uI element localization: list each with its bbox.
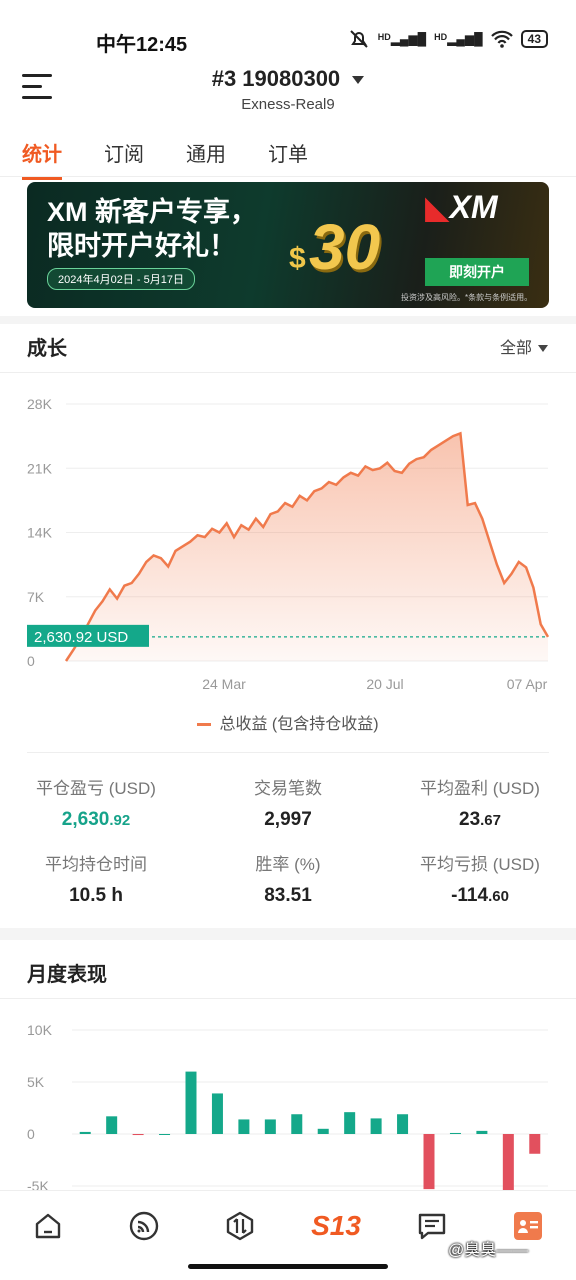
signal-icon-2: HD▂▄▆█ — [434, 32, 483, 46]
stat-avg-profit: 平均盈利 (USD) 23.67 — [420, 779, 540, 830]
account-title: #3 19080300 — [211, 66, 341, 91]
chat-icon — [418, 1213, 446, 1239]
nav-trade[interactable] — [220, 1206, 260, 1246]
battery-icon: 43 — [520, 30, 548, 48]
monthly-bar — [529, 1134, 541, 1154]
status-icons: HD▂▄▆█ HD▂▄▆█ 43 — [348, 28, 548, 50]
monthly-bar — [159, 1134, 171, 1135]
tab-subscribe[interactable]: 订阅 — [104, 138, 144, 180]
stat-avg-loss: 平均亏损 (USD) -114.60 — [420, 855, 540, 906]
y-tick-label: 14K — [27, 525, 53, 541]
banner-dollar: $ — [289, 242, 306, 275]
monthly-title: 月度表现 — [27, 964, 107, 986]
y-tick-label: -5K — [27, 1178, 49, 1190]
banner-headline-2: 限时开户好礼！ — [47, 231, 236, 261]
stat-win-rate: 胜率 (%) 83.51 — [255, 855, 321, 906]
legend-divider — [27, 752, 549, 753]
trade-icon — [226, 1211, 254, 1240]
y-tick-label: 0 — [27, 1126, 35, 1142]
caret-down-icon — [538, 345, 548, 353]
growth-title: 成长 — [27, 338, 67, 360]
watermark: @臭臭—— — [448, 1242, 529, 1259]
growth-divider — [0, 372, 576, 373]
x-tick-label: 07 Apr — [507, 676, 548, 692]
mute-bell-icon — [349, 30, 368, 48]
monthly-divider — [0, 998, 576, 999]
monthly-bar — [397, 1114, 409, 1134]
y-tick-label: 10K — [27, 1022, 53, 1038]
section-gap-2 — [0, 928, 576, 940]
chart-legend: 总收益 (包含持仓收益) — [0, 710, 576, 734]
y-tick-label: 21K — [27, 460, 53, 476]
x-tick-label: 24 Mar — [202, 676, 246, 692]
tab-stats[interactable]: 统计 — [22, 138, 62, 180]
account-server: Exness-Real9 — [241, 96, 335, 113]
growth-chart: 28K 21K 14K 7K 0 2,630.92 USD 24 Mar 20 Jul 07 A… — [27, 396, 550, 692]
stat-avg-hold-time: 平均持仓时间 10.5 h — [45, 855, 147, 906]
account-selector[interactable]: #3 19080300 — [0, 66, 576, 92]
banner-date: 2024年4月02日 - 5月17日 — [47, 268, 195, 290]
monthly-bar — [132, 1134, 144, 1136]
xm-logo: ◣XM — [425, 189, 498, 225]
tab-bar: 统计 订阅 通用 订单 — [22, 138, 308, 180]
monthly-bar — [344, 1112, 356, 1134]
y-tick-label: 0 — [27, 653, 35, 669]
stat-closed-pnl: 平仓盈亏 (USD) 2,630.92 — [36, 779, 156, 830]
open-account-button[interactable]: 即刻开户 — [425, 258, 529, 286]
promo-banner[interactable]: XM 新客户专享， 限时开户好礼！ 2024年4月02日 - 5月17日 $ 3… — [27, 182, 549, 308]
nav-s13[interactable]: S13 — [311, 1206, 361, 1246]
monthly-bar — [502, 1134, 514, 1190]
nav-signals[interactable] — [124, 1206, 164, 1246]
y-tick-label: 28K — [27, 396, 53, 412]
nav-home[interactable] — [28, 1206, 68, 1246]
home-icon — [35, 1213, 61, 1238]
tab-general[interactable]: 通用 — [186, 138, 226, 180]
monthly-bar — [423, 1134, 435, 1190]
period-filter[interactable]: 全部 — [500, 334, 548, 358]
y-tick-label: 5K — [27, 1074, 45, 1090]
monthly-bar — [291, 1114, 303, 1134]
monthly-bar — [185, 1071, 197, 1134]
monthly-bar — [476, 1130, 488, 1134]
home-indicator — [188, 1264, 388, 1269]
monthly-bar — [370, 1118, 382, 1134]
monthly-chart: 10K 5K 0 -5K — [27, 1022, 548, 1190]
monthly-bar — [449, 1132, 461, 1134]
banner-amount: 30 — [309, 211, 381, 283]
x-tick-label: 20 Jul — [366, 676, 403, 692]
s13-logo-icon: S13 — [311, 1209, 361, 1241]
monthly-bar — [211, 1093, 223, 1134]
tab-orders[interactable]: 订单 — [268, 138, 308, 180]
banner-disclaimer: 投资涉及高风险。*条款与条例适用。 — [401, 293, 533, 302]
tabs-divider — [0, 176, 576, 177]
monthly-bar — [238, 1119, 250, 1134]
legend-swatch — [197, 723, 212, 727]
signal-feed-icon — [129, 1211, 159, 1240]
current-value-label: 2,630.92 USD — [34, 629, 128, 646]
section-gap — [0, 316, 576, 324]
monthly-bar — [264, 1119, 276, 1134]
y-tick-label: 7K — [27, 589, 45, 605]
nav-messages[interactable] — [412, 1206, 452, 1246]
signal-icon: HD▂▄▆█ — [377, 32, 427, 46]
monthly-bar — [106, 1116, 118, 1134]
monthly-bar — [79, 1131, 91, 1134]
status-time: 中午12:45 — [96, 34, 188, 56]
monthly-bar — [317, 1128, 329, 1134]
wifi-icon — [490, 30, 513, 48]
stat-trade-count: 交易笔数 2,997 — [254, 779, 322, 830]
caret-down-icon — [352, 76, 365, 85]
